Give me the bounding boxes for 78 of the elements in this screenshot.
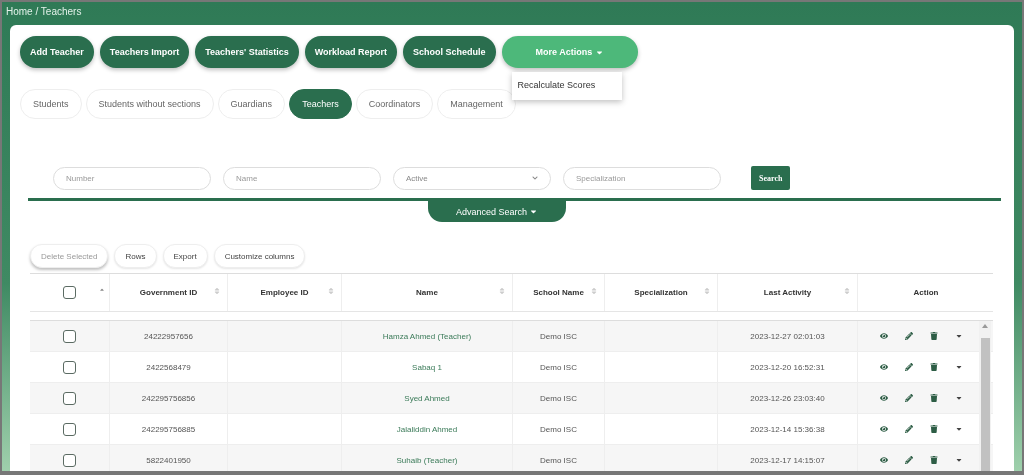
- search-field[interactable]: Name: [223, 166, 381, 190]
- caret-icon[interactable]: [954, 456, 963, 464]
- column-header: Specialization: [634, 288, 688, 297]
- trash-icon[interactable]: [929, 456, 938, 464]
- teacher-name-link[interactable]: Suhaib (Teacher): [396, 455, 458, 465]
- table-cell: 2023-12-20 16:52:31: [750, 362, 825, 372]
- view-icon[interactable]: [879, 332, 888, 340]
- tab[interactable]: Teachers: [289, 89, 352, 119]
- table-cell: 2023-12-27 02:01:03: [750, 331, 825, 341]
- scrollbar[interactable]: [979, 321, 991, 471]
- action-button[interactable]: School Schedule: [403, 36, 496, 68]
- row-checkbox[interactable]: [63, 329, 76, 343]
- view-icon[interactable]: [879, 425, 888, 433]
- action-button[interactable]: Teachers' Statistics: [195, 36, 299, 68]
- teacher-name-link[interactable]: Hamza Ahmed (Teacher): [382, 331, 472, 341]
- toolbar-button[interactable]: Rows: [114, 244, 157, 268]
- chevron-icon: [532, 175, 538, 181]
- table-cell: 2023-12-14 15:36:38: [750, 424, 825, 434]
- trash-icon[interactable]: [929, 363, 938, 371]
- table-cell: 2023-12-17 14:15:07: [750, 455, 825, 465]
- row-checkbox[interactable]: [63, 360, 76, 374]
- tab[interactable]: Students without sections: [85, 89, 214, 119]
- table-cell: Demo ISC: [540, 393, 577, 403]
- teacher-name-link[interactable]: Sabaq 1: [412, 362, 442, 372]
- tab[interactable]: Guardians: [217, 89, 286, 119]
- search-field[interactable]: Number: [53, 166, 211, 190]
- caret-icon[interactable]: [954, 394, 963, 402]
- view-icon[interactable]: [879, 456, 888, 464]
- teacher-name-link[interactable]: Syed Ahmed: [404, 393, 450, 403]
- menu-item[interactable]: Recalculate Scores: [511, 80, 622, 90]
- trash-icon[interactable]: [929, 425, 938, 433]
- column-header: Government ID: [139, 288, 198, 297]
- pencil-icon[interactable]: [904, 456, 913, 464]
- pencil-icon[interactable]: [904, 425, 913, 433]
- teacher-name-link[interactable]: Jalaliddin Ahmed: [396, 424, 458, 434]
- action-button[interactable]: Add Teacher: [20, 36, 94, 68]
- row-checkbox[interactable]: [63, 422, 76, 436]
- tab[interactable]: Coordinators: [355, 89, 434, 119]
- caret-icon[interactable]: [954, 363, 963, 371]
- toolbar-button[interactable]: Export: [162, 244, 208, 268]
- table-cell: Demo ISC: [540, 424, 577, 434]
- action-button[interactable]: Workload Report: [304, 36, 398, 68]
- view-icon[interactable]: [879, 363, 888, 371]
- pencil-icon[interactable]: [904, 363, 913, 371]
- search-button[interactable]: Search: [751, 166, 791, 190]
- tab[interactable]: Management: [437, 89, 516, 119]
- caret-icon[interactable]: [954, 425, 963, 433]
- select-all-checkbox[interactable]: [63, 286, 76, 299]
- pencil-icon[interactable]: [904, 394, 913, 402]
- trash-icon[interactable]: [929, 332, 938, 340]
- advanced-search-button[interactable]: Advanced Search: [427, 201, 566, 222]
- row-checkbox[interactable]: [63, 391, 76, 405]
- pencil-icon[interactable]: [904, 332, 913, 340]
- column-header: Action: [913, 288, 939, 297]
- column-header: School Name: [533, 288, 584, 297]
- caret-icon: [529, 207, 538, 216]
- column-header: Name: [416, 288, 438, 297]
- table-cell: 242295756885: [141, 424, 196, 434]
- table-cell: Demo ISC: [540, 331, 577, 341]
- sort-icon[interactable]: [99, 287, 105, 293]
- table-cell: Demo ISC: [540, 455, 577, 465]
- table-cell: 242295756856: [141, 393, 196, 403]
- table-cell: Demo ISC: [540, 362, 577, 372]
- view-icon[interactable]: [879, 394, 888, 402]
- column-header: Last Activity: [763, 288, 812, 297]
- table-cell: 2422568479: [146, 362, 191, 372]
- caret-icon[interactable]: [954, 332, 963, 340]
- search-field[interactable]: Specialization: [563, 166, 721, 190]
- table-cell: 5822401950: [146, 455, 191, 465]
- action-button[interactable]: Teachers Import: [99, 36, 190, 68]
- table-cell: 24222957656: [144, 331, 193, 341]
- table-cell: 2023-12-26 23:03:40: [750, 393, 825, 403]
- row-checkbox[interactable]: [63, 453, 76, 467]
- trash-icon[interactable]: [929, 394, 938, 402]
- toolbar-button[interactable]: Customize columns: [213, 244, 306, 268]
- tab[interactable]: Students: [20, 89, 82, 119]
- breadcrumb: Home / Teachers: [5, 5, 83, 19]
- column-header: Employee ID: [260, 288, 309, 297]
